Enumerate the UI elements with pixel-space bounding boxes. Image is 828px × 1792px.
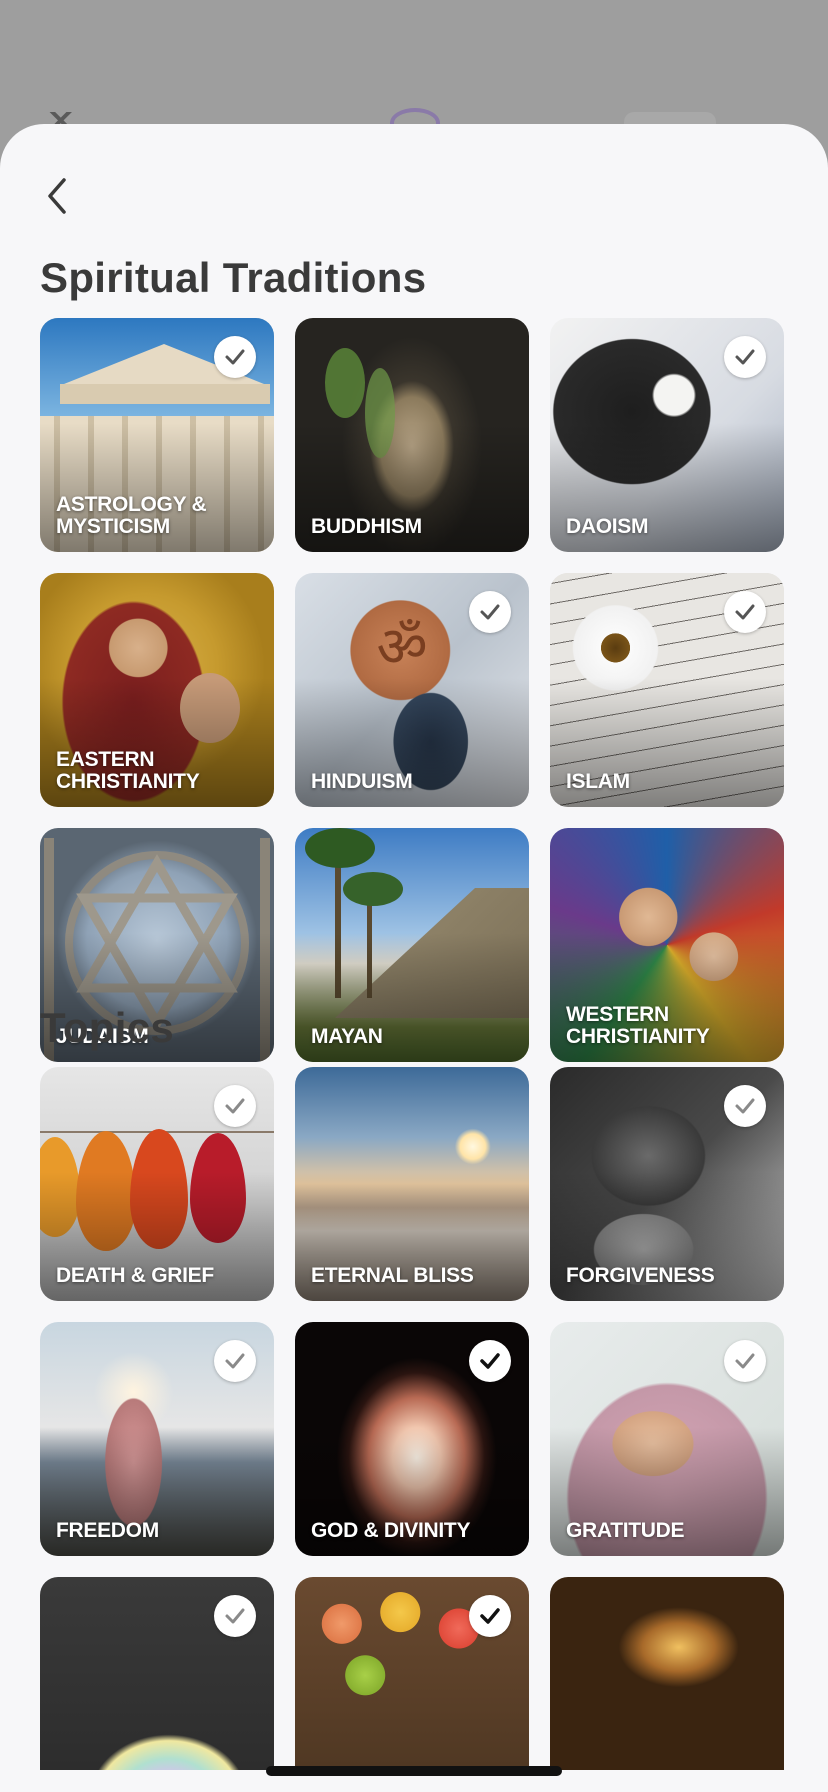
check-badge	[214, 336, 256, 378]
chevron-left-icon	[48, 178, 66, 214]
tile-god-divinity[interactable]: GOD & DIVINITY	[295, 1322, 529, 1556]
check-badge	[214, 1595, 256, 1637]
check-badge	[724, 591, 766, 633]
check-badge	[469, 1595, 511, 1637]
checkmark-icon	[735, 1353, 755, 1369]
tile-daoism[interactable]: DAOISM	[550, 318, 784, 552]
check-badge	[469, 591, 511, 633]
tile-eternal-bliss[interactable]: ETERNAL BLISS	[295, 1067, 529, 1301]
back-button[interactable]	[36, 168, 76, 224]
tile-label: DEATH & GRIEF	[56, 1264, 214, 1287]
checkmark-icon	[480, 604, 500, 620]
tile-label: EASTERN CHRISTIANITY	[56, 748, 200, 793]
check-badge	[214, 1340, 256, 1382]
traditions-grid: ASTROLOGY & MYSTICISM BUDDHISM DAOISM EA…	[40, 318, 784, 1062]
tile-label: ETERNAL BLISS	[311, 1264, 474, 1287]
tile-eastern-christianity[interactable]: EASTERN CHRISTIANITY	[40, 573, 274, 807]
tile-label: HINDUISM	[311, 770, 413, 793]
tile-death-grief[interactable]: DEATH & GRIEF	[40, 1067, 274, 1301]
tile-buddhism[interactable]: BUDDHISM	[295, 318, 529, 552]
home-indicator	[266, 1766, 562, 1776]
checkmark-icon	[480, 1608, 500, 1624]
tile-islam[interactable]: ISLAM	[550, 573, 784, 807]
checkmark-icon	[225, 1608, 245, 1624]
check-badge	[469, 1340, 511, 1382]
tile-label: FORGIVENESS	[566, 1264, 715, 1287]
tile-label: GOD & DIVINITY	[311, 1519, 471, 1542]
tile-label: WESTERN CHRISTIANITY	[566, 1003, 710, 1048]
check-badge	[214, 1085, 256, 1127]
checkmark-icon	[225, 1353, 245, 1369]
tile-label: GRATITUDE	[566, 1519, 685, 1542]
tile-gratitude[interactable]: GRATITUDE	[550, 1322, 784, 1556]
tile-hinduism[interactable]: ॐ HINDUISM	[295, 573, 529, 807]
section-title-traditions: Spiritual Traditions	[40, 254, 427, 301]
tile-citrus[interactable]	[295, 1577, 529, 1792]
checkmark-icon	[225, 1098, 245, 1114]
tile-candle[interactable]	[550, 1577, 784, 1792]
checkmark-icon	[735, 604, 755, 620]
tile-label: DAOISM	[566, 515, 649, 538]
check-badge	[724, 1085, 766, 1127]
tile-astrology-mysticism[interactable]: ASTROLOGY & MYSTICISM	[40, 318, 274, 552]
tile-label: ASTROLOGY & MYSTICISM	[56, 493, 207, 538]
checkmark-icon	[225, 349, 245, 365]
tile-label: MAYAN	[311, 1025, 383, 1048]
check-badge	[724, 1340, 766, 1382]
tile-forgiveness[interactable]: FORGIVENESS	[550, 1067, 784, 1301]
tile-western-christianity[interactable]: WESTERN CHRISTIANITY	[550, 828, 784, 1062]
tile-label: ISLAM	[566, 770, 630, 793]
tile-rainbow-stone[interactable]	[40, 1577, 274, 1792]
checkmark-icon	[735, 349, 755, 365]
section-title-topics: Topics	[40, 1004, 175, 1051]
topics-grid: DEATH & GRIEF ETERNAL BLISS FORGIVENESS …	[40, 1067, 784, 1792]
checkmark-icon	[735, 1098, 755, 1114]
check-badge	[724, 336, 766, 378]
candle-hands-image	[550, 1577, 784, 1792]
tile-label: BUDDHISM	[311, 515, 422, 538]
selection-sheet: Spiritual Traditions ASTROLOGY & MYSTICI…	[0, 124, 828, 1792]
tile-mayan[interactable]: MAYAN	[295, 828, 529, 1062]
tile-label: FREEDOM	[56, 1519, 159, 1542]
tile-freedom[interactable]: FREEDOM	[40, 1322, 274, 1556]
checkmark-icon	[480, 1353, 500, 1369]
